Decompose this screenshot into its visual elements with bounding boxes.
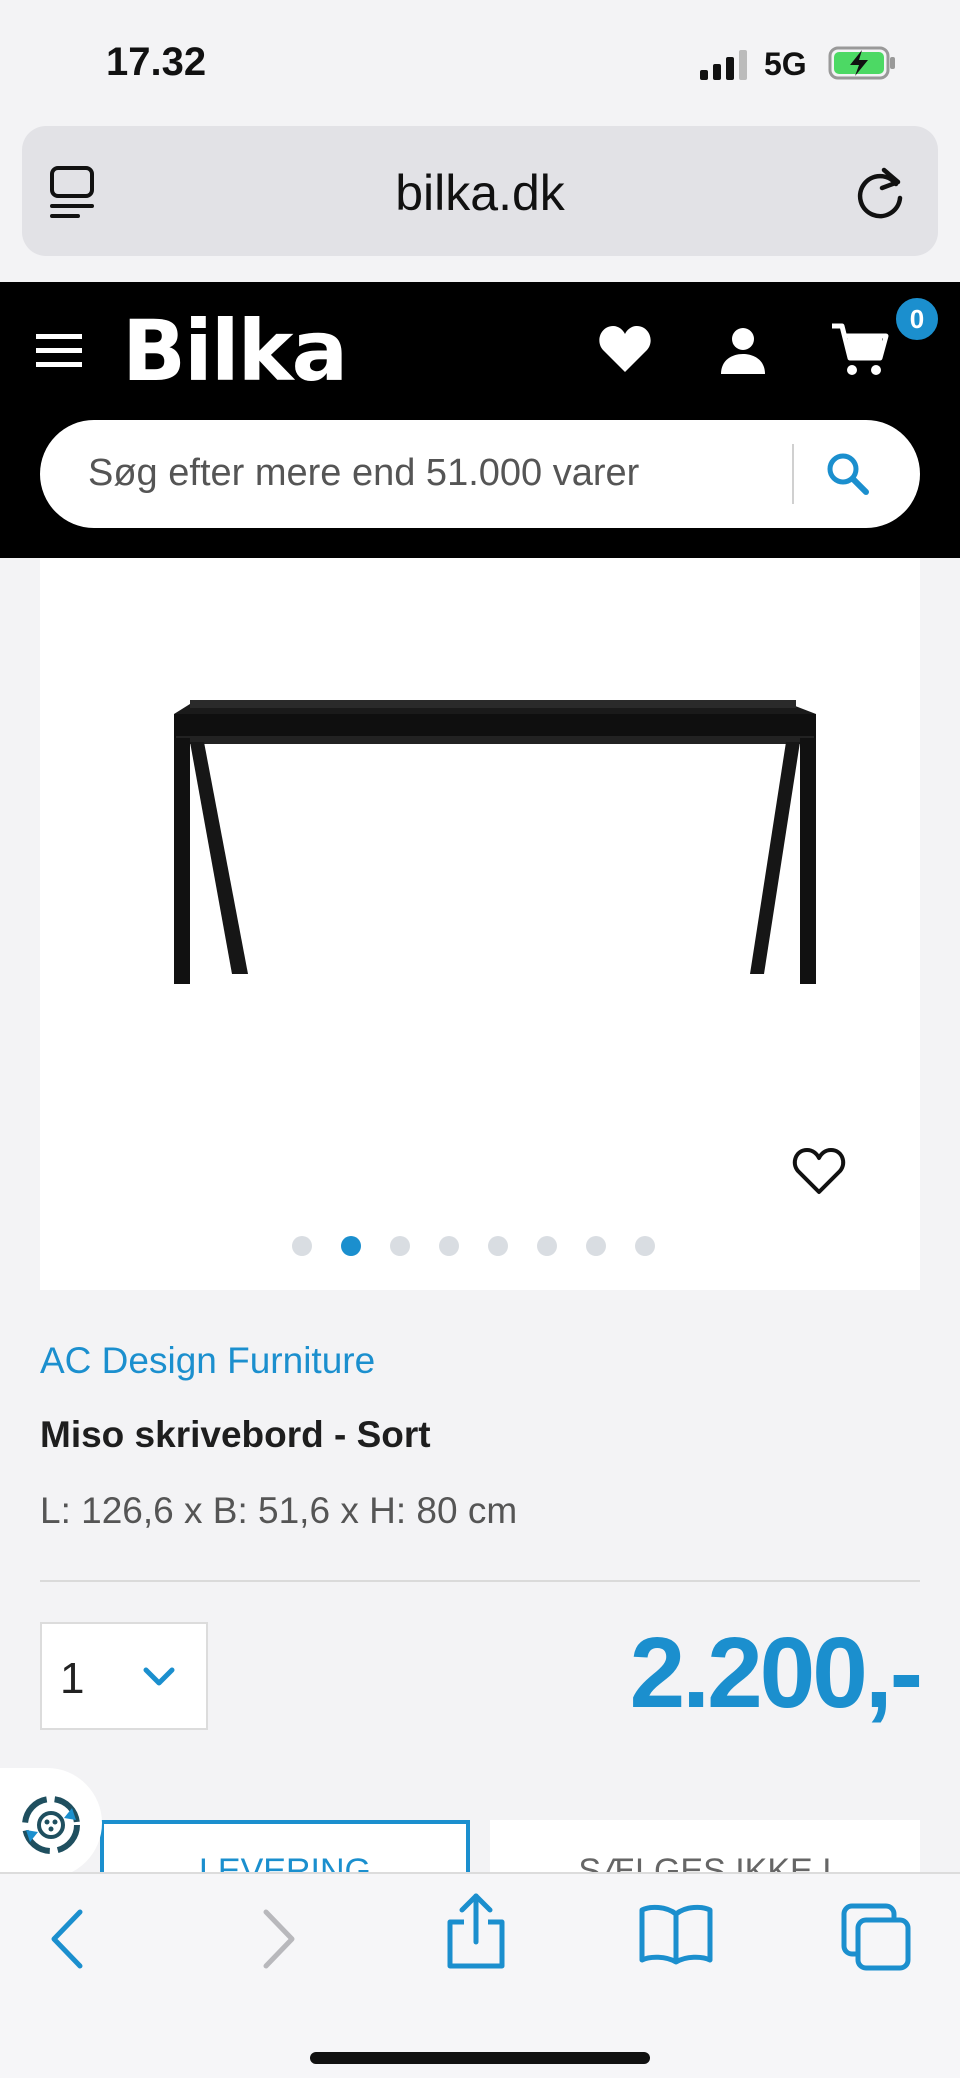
gallery-dot[interactable] — [635, 1236, 655, 1256]
back-chevron-icon[interactable] — [48, 1908, 88, 1970]
reload-icon[interactable] — [852, 162, 908, 222]
network-label: 5G — [764, 46, 807, 82]
tabs-overview-icon[interactable] — [840, 1902, 912, 1972]
share-icon[interactable] — [444, 1892, 508, 1970]
battery-charging-icon — [828, 46, 895, 80]
favorites-heart-icon[interactable] — [598, 324, 652, 374]
bookmarks-book-icon[interactable] — [638, 1904, 714, 1966]
browser-toolbar — [0, 1872, 960, 2078]
product-image-gallery[interactable] — [40, 558, 920, 1290]
recycle-icon — [22, 1796, 80, 1854]
search-bar[interactable]: Søg efter mere end 51.000 varer — [40, 420, 920, 528]
home-indicator — [310, 2052, 650, 2064]
signal-icon — [700, 50, 747, 80]
gallery-dot[interactable] — [586, 1236, 606, 1256]
account-user-icon[interactable] — [718, 326, 768, 376]
url-text[interactable]: bilka.dk — [22, 164, 938, 222]
gallery-dot[interactable] — [488, 1236, 508, 1256]
address-bar[interactable]: bilka.dk — [22, 126, 938, 256]
product-image-desk — [174, 700, 816, 984]
search-icon[interactable] — [824, 450, 872, 498]
gallery-dot[interactable] — [292, 1236, 312, 1256]
product-title: Miso skrivebord - Sort — [40, 1414, 431, 1455]
chevron-down-icon — [143, 1667, 175, 1686]
status-bar: 17.32 5G — [0, 0, 960, 120]
hamburger-menu-icon[interactable] — [36, 332, 82, 370]
add-to-wishlist-heart-icon[interactable] — [792, 1146, 846, 1196]
bilka-logo[interactable]: Bilka — [122, 302, 348, 400]
shopping-cart-icon[interactable] — [830, 322, 890, 380]
forward-chevron-icon[interactable] — [258, 1908, 298, 1970]
quantity-value: 1 — [60, 1654, 85, 1703]
product-price: 2.200,- — [629, 1617, 923, 1729]
search-divider — [792, 444, 794, 504]
status-time: 17.32 — [106, 40, 207, 84]
quantity-select[interactable]: 1 — [40, 1622, 208, 1730]
gallery-dot[interactable] — [341, 1236, 361, 1256]
sustainability-widget[interactable] — [0, 1768, 102, 1878]
divider — [40, 1580, 920, 1582]
cart-count-badge: 0 — [892, 294, 942, 344]
search-input[interactable]: Søg efter mere end 51.000 varer — [88, 452, 639, 495]
product-brand-link[interactable]: AC Design Furniture — [40, 1340, 375, 1382]
product-dimensions: L: 126,6 x B: 51,6 x H: 80 cm — [40, 1490, 518, 1531]
gallery-dot[interactable] — [439, 1236, 459, 1256]
site-header: Bilka 0 Søg efter mere end 51.000 varer — [0, 282, 960, 558]
gallery-dot[interactable] — [390, 1236, 410, 1256]
gallery-dot[interactable] — [537, 1236, 557, 1256]
